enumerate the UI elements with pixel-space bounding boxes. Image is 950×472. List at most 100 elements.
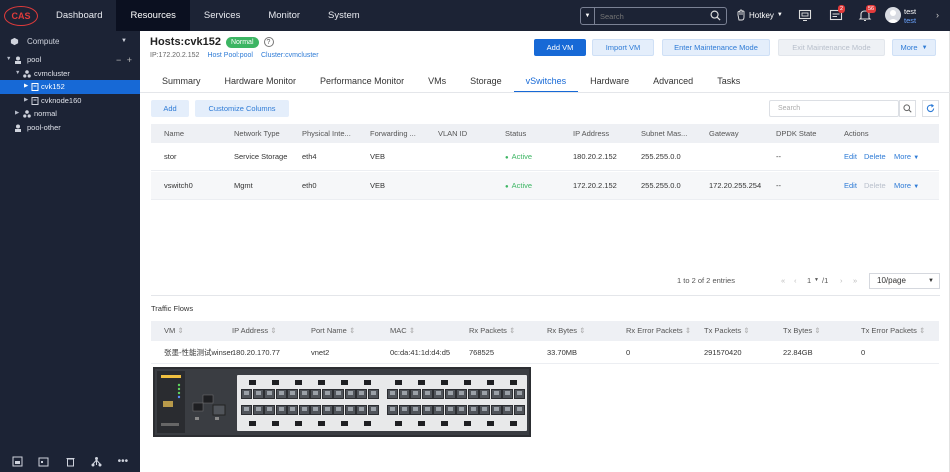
ethernet-port [298, 405, 310, 415]
more-actions-button[interactable]: More ▼ [892, 39, 936, 56]
sidebar-header-label: Compute [27, 36, 60, 46]
hotkey-menu[interactable]: Hotkey ▼ [736, 9, 783, 21]
more-link[interactable]: More ▼ [894, 172, 919, 201]
col-vlan[interactable]: VLAN ID [438, 124, 467, 143]
table-row[interactable]: 张墨-性能测试winser 180.20.170.77 vnet2 0c:da:… [151, 341, 939, 364]
topology-icon[interactable] [91, 456, 102, 467]
expand-arrow-icon[interactable]: ▶ [24, 80, 28, 94]
trash-icon[interactable] [65, 456, 76, 467]
tab-performance-monitor[interactable]: Performance Monitor [308, 71, 416, 93]
port-led [295, 380, 302, 385]
col-name[interactable]: Name [164, 124, 184, 143]
expand-arrow-icon[interactable]: ▶ [15, 107, 19, 121]
col-rx-error-label: Rx Error Packets [626, 326, 683, 335]
add-button[interactable]: Add [151, 100, 189, 117]
ethernet-port [356, 389, 367, 399]
col-network-type[interactable]: Network Type [234, 124, 280, 143]
tab-vms[interactable]: VMs [416, 71, 458, 93]
expand-arrow-icon[interactable]: ▼ [6, 53, 11, 67]
prev-page-icon[interactable]: ‹ [794, 273, 797, 288]
switch-port-grid [237, 375, 527, 431]
edit-link[interactable]: Edit [844, 143, 857, 171]
search-icon [903, 104, 912, 113]
col-ip[interactable]: IP Address ⇕ [232, 321, 277, 341]
chevron-right-icon[interactable]: › [936, 10, 939, 20]
edit-link[interactable]: Edit [844, 172, 857, 200]
col-gateway[interactable]: Gateway [709, 124, 739, 143]
app-logo[interactable]: CAS [4, 5, 38, 26]
tree-item-label: cvmcluster [34, 68, 70, 78]
nav-system[interactable]: System [314, 0, 374, 31]
chevron-down-icon[interactable]: ▼ [121, 38, 127, 44]
user-info[interactable]: test test [904, 7, 916, 25]
help-icon[interactable]: ? [263, 37, 274, 47]
search-icon[interactable] [710, 10, 721, 21]
col-forwarding[interactable]: Forwarding ... [370, 124, 416, 143]
customize-columns-button[interactable]: Customize Columns [195, 100, 289, 117]
screen-icon[interactable] [798, 8, 812, 22]
col-tx-packets[interactable]: Tx Packets ⇕ [704, 321, 749, 341]
page-current[interactable]: 1 [807, 273, 811, 288]
expand-arrow-icon[interactable]: ▶ [24, 94, 28, 108]
cell-status: Active [505, 143, 532, 172]
dashboard-icon[interactable] [12, 456, 23, 467]
col-tx-error[interactable]: Tx Error Packets ⇕ [861, 321, 925, 341]
col-rx-error[interactable]: Rx Error Packets ⇕ [626, 321, 691, 341]
col-ip[interactable]: IP Address [573, 124, 609, 143]
tab-summary[interactable]: Summary [150, 71, 213, 93]
col-rx-bytes[interactable]: Rx Bytes ⇕ [547, 321, 585, 341]
global-search-input[interactable] [600, 11, 700, 21]
table-row[interactable]: vswitch0 Mgmt eth0 VEB Active 172.20.2.1… [151, 172, 939, 200]
nav-services[interactable]: Services [190, 0, 254, 31]
search-button[interactable] [899, 100, 916, 117]
tab-vswitches[interactable]: vSwitches [513, 71, 579, 93]
host-pool-link[interactable]: Host Pool:pool [207, 52, 253, 59]
col-vm[interactable]: VM ⇕ [164, 321, 184, 341]
col-port-name[interactable]: Port Name ⇕ [311, 321, 355, 341]
cluster-link[interactable]: Cluster:cvmcluster [261, 52, 319, 59]
tab-advanced[interactable]: Advanced [641, 71, 705, 93]
tab-hardware-monitor[interactable]: Hardware Monitor [213, 71, 309, 93]
tree-item-pool[interactable]: ▼ pool [0, 53, 140, 67]
add-vm-button[interactable]: Add VM [534, 39, 586, 56]
col-tx-bytes[interactable]: Tx Bytes ⇕ [783, 321, 821, 341]
search-scope-dropdown[interactable]: ▼ [581, 8, 595, 24]
delete-link[interactable]: Delete [864, 143, 886, 171]
tree-item-cvmcluster[interactable]: ▼ cvmcluster [0, 67, 140, 81]
page-size-select[interactable]: 10/page ▼ [869, 273, 940, 289]
tab-tasks[interactable]: Tasks [705, 71, 752, 93]
calendar-icon[interactable] [38, 456, 49, 467]
col-mac[interactable]: MAC ⇕ [390, 321, 415, 341]
more-link[interactable]: More ▼ [894, 143, 919, 172]
more-icon[interactable]: ••• [118, 456, 129, 467]
refresh-button[interactable] [922, 100, 939, 117]
tree-item-cvknode160[interactable]: ▶ cvknode160 [0, 94, 140, 108]
last-page-icon[interactable]: » [853, 273, 857, 288]
tab-storage[interactable]: Storage [458, 71, 514, 93]
chevron-down-icon[interactable]: ▼ [814, 273, 819, 288]
avatar[interactable] [885, 7, 901, 23]
tree-item-pool-other[interactable]: pool-other [0, 121, 140, 135]
col-subnet[interactable]: Subnet Mas... [641, 124, 687, 143]
ethernet-port [433, 405, 444, 415]
cell-network-type: Service Storage [234, 152, 288, 161]
col-status[interactable]: Status [505, 124, 526, 143]
tab-hardware[interactable]: Hardware [578, 71, 641, 93]
exit-maintenance-button: Exit Maintenance Mode [778, 39, 885, 56]
col-physical[interactable]: Physical Inte... [302, 124, 351, 143]
vswitch-search-input[interactable]: Search [769, 100, 899, 117]
col-rx-packets[interactable]: Rx Packets ⇕ [469, 321, 515, 341]
nav-monitor[interactable]: Monitor [254, 0, 314, 31]
tree-item-cvk152[interactable]: ▶ cvk152 [0, 80, 140, 94]
enter-maintenance-button[interactable]: Enter Maintenance Mode [662, 39, 770, 56]
col-dpdk[interactable]: DPDK State [776, 124, 816, 143]
nav-dashboard[interactable]: Dashboard [42, 0, 116, 31]
import-vm-button[interactable]: Import VM [592, 39, 654, 56]
first-page-icon[interactable]: « [781, 273, 785, 288]
next-page-icon[interactable]: › [840, 273, 843, 288]
expand-arrow-icon[interactable]: ▼ [15, 67, 20, 81]
nav-resources[interactable]: Resources [116, 0, 190, 31]
tree-item-normal[interactable]: ▶ normal [0, 107, 140, 121]
sidebar-header[interactable]: Compute ▼ [0, 31, 140, 51]
table-row[interactable]: stor Service Storage eth4 VEB Active 180… [151, 143, 939, 171]
